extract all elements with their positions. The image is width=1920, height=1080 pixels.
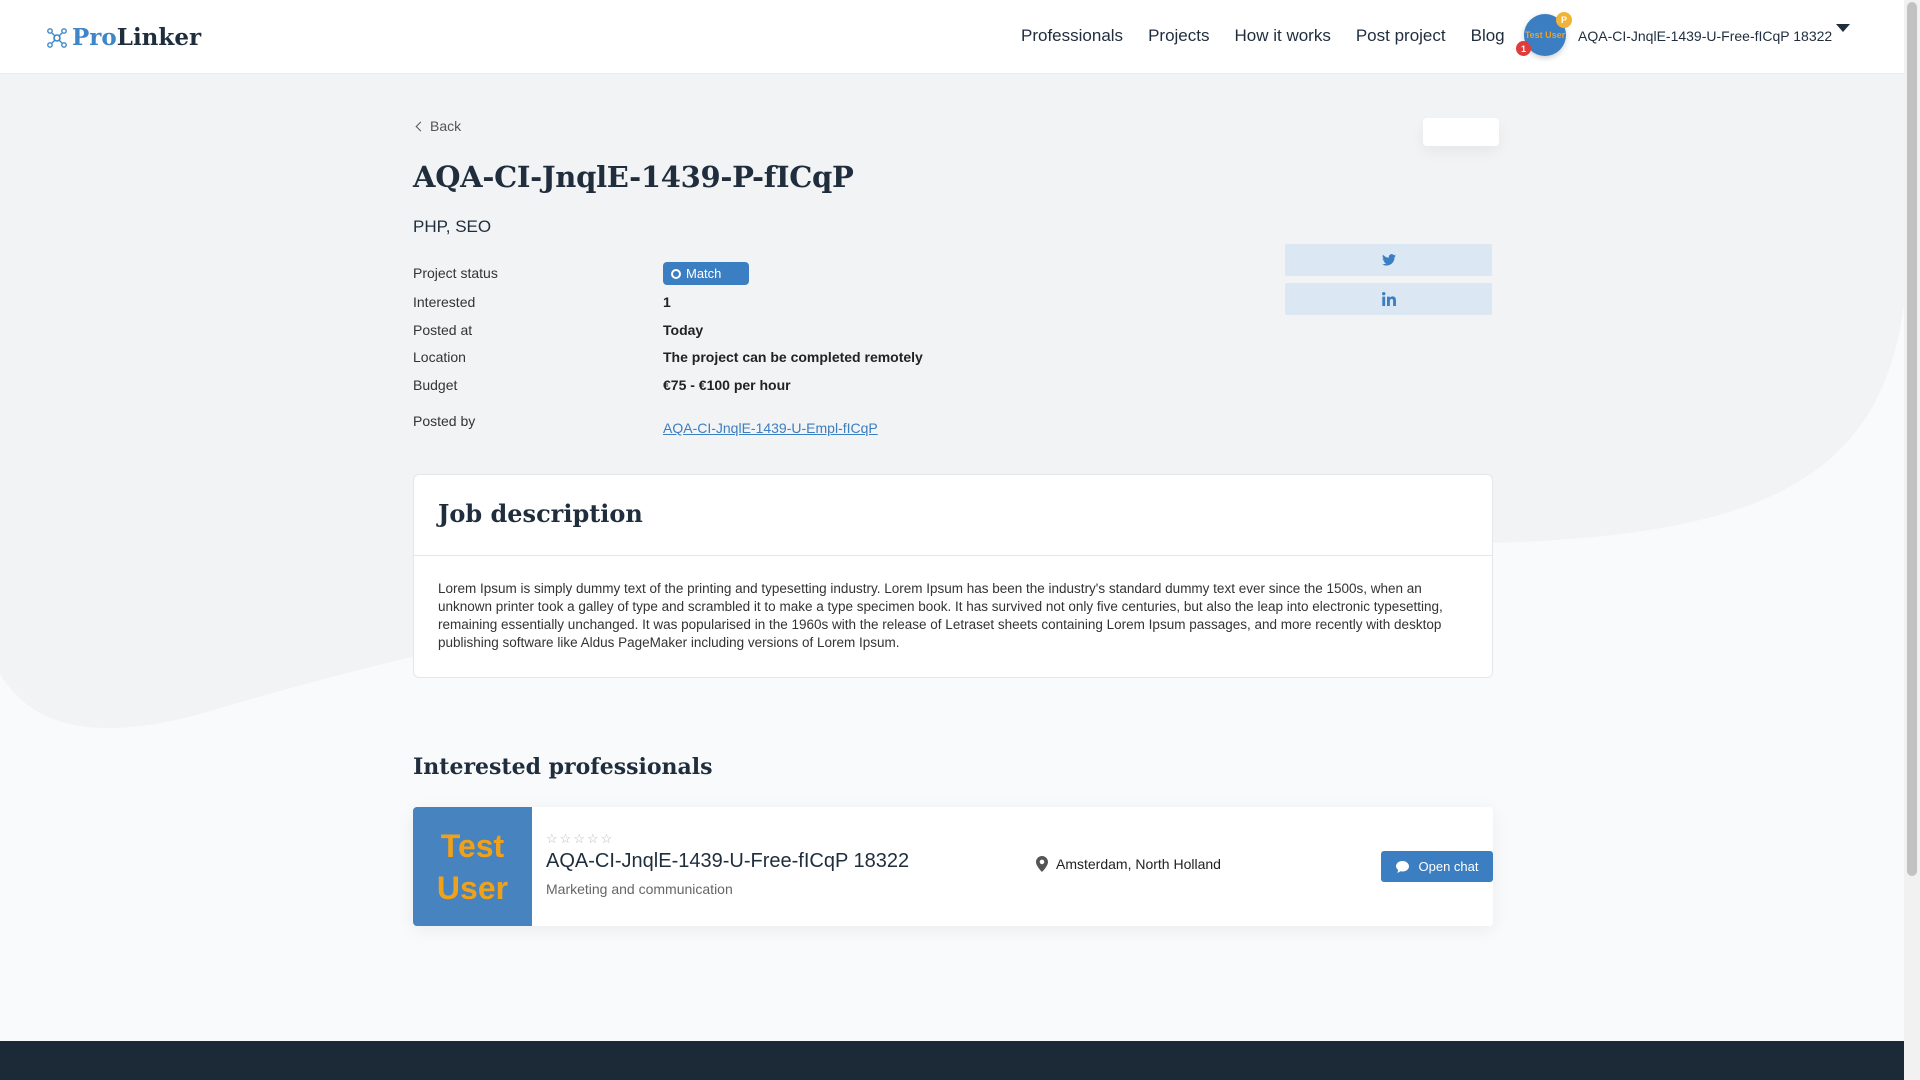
open-chat-label: Open chat bbox=[1418, 859, 1479, 874]
job-description-card: Job description Lorem Ipsum is simply du… bbox=[413, 474, 1493, 678]
star-empty-icon: ☆ bbox=[573, 831, 585, 846]
job-description-title: Job description bbox=[414, 475, 1492, 556]
share-twitter-button[interactable] bbox=[1285, 244, 1492, 276]
posted-by-link[interactable]: AQA-CI-JnqlE-1439-U-Empl-fICqP bbox=[663, 420, 878, 436]
posted-at-value: Today bbox=[663, 322, 704, 338]
interested-professionals-title: Interested professionals bbox=[413, 754, 713, 780]
chevron-left-icon bbox=[415, 121, 426, 131]
back-label: Back bbox=[430, 118, 462, 134]
detail-row-posted-at: Posted at Today bbox=[413, 322, 1013, 344]
star-empty-icon: ☆ bbox=[559, 831, 572, 846]
avatar-text-2: User bbox=[436, 869, 509, 906]
interested-value: 1 bbox=[663, 294, 671, 310]
location-label: Location bbox=[413, 349, 466, 365]
nav-projects[interactable]: Projects bbox=[1148, 26, 1209, 46]
twitter-icon bbox=[1381, 254, 1396, 266]
chevron-down-icon[interactable] bbox=[1836, 24, 1850, 32]
budget-label: Budget bbox=[413, 377, 458, 393]
status-label: Project status bbox=[413, 265, 498, 281]
top-header: ProLinker Professionals Projects How it … bbox=[0, 0, 1904, 74]
detail-row-interested: Interested 1 bbox=[413, 294, 1013, 316]
user-menu[interactable]: Test User P 1 AQA-CI-JnqlE-1439-U-Free-f… bbox=[1516, 12, 1832, 58]
status-value: Match bbox=[686, 266, 722, 281]
location-value: The project can be completed remotely bbox=[663, 349, 923, 365]
prolinker-logo[interactable]: ProLinker bbox=[46, 24, 201, 51]
posted-by-label: Posted by bbox=[413, 413, 476, 429]
job-description-text: Lorem Ipsum is simply dummy text of the … bbox=[438, 581, 1443, 650]
main-nav: Professionals Projects How it works Post… bbox=[1021, 26, 1505, 46]
logo-icon bbox=[47, 27, 67, 48]
nav-how-it-works[interactable]: How it works bbox=[1234, 26, 1330, 46]
star-empty-icon: ☆ bbox=[586, 831, 599, 846]
professional-name[interactable]: AQA-CI-JnqlE-1439-U-Free-fICqP 18322 bbox=[546, 850, 909, 873]
star-empty-icon: ☆ bbox=[546, 831, 558, 846]
scrollbar-thumb[interactable] bbox=[1907, 2, 1917, 876]
rating-stars: ☆ ☆ ☆ ☆ ☆ bbox=[546, 831, 612, 847]
linkedin-icon bbox=[1381, 292, 1396, 306]
interested-label: Interested bbox=[413, 294, 476, 310]
location-text: Amsterdam, North Holland bbox=[1056, 856, 1221, 872]
project-skills: PHP, SEO bbox=[413, 217, 492, 236]
professional-card[interactable]: Test User ☆ ☆ ☆ ☆ ☆ AQA-CI-JnqlE-1439-U-… bbox=[413, 807, 1493, 926]
scrollbar[interactable] bbox=[1904, 0, 1920, 1080]
avatar-wrapper[interactable]: Test User P 1 bbox=[1516, 12, 1572, 58]
posted-at-label: Posted at bbox=[413, 322, 473, 338]
professional-category: Marketing and communication bbox=[546, 881, 733, 897]
project-title: AQA-CI-JnqlE-1439-P-fICqP bbox=[413, 160, 854, 194]
nav-professionals[interactable]: Professionals bbox=[1021, 26, 1123, 46]
user-name[interactable]: AQA-CI-JnqlE-1439-U-Free-fICqP 18322 bbox=[1578, 28, 1832, 44]
logo-text-pro: Pro bbox=[72, 24, 117, 51]
star-empty-icon: ☆ bbox=[600, 831, 613, 846]
share-linkedin-button[interactable] bbox=[1285, 283, 1492, 315]
detail-row-location: Location The project can be completed re… bbox=[413, 349, 1013, 371]
detail-row-status: Project status Match bbox=[413, 262, 1013, 287]
detail-row-posted-by: Posted by AQA-CI-JnqlE-1439-U-Empl-fICqP bbox=[413, 413, 1013, 436]
back-link[interactable]: Back bbox=[413, 118, 461, 134]
nav-blog[interactable]: Blog bbox=[1471, 26, 1505, 46]
open-chat-button[interactable]: Open chat bbox=[1381, 851, 1493, 882]
status-badge: Match bbox=[663, 262, 749, 285]
chat-icon bbox=[1395, 860, 1409, 873]
budget-value: €75 - €100 per hour bbox=[663, 377, 791, 393]
nav-post-project[interactable]: Post project bbox=[1356, 26, 1446, 46]
professional-avatar[interactable]: Test User bbox=[413, 807, 532, 926]
avatar-text-1: Test bbox=[440, 827, 505, 864]
status-ring-icon bbox=[671, 268, 681, 279]
map-pin-icon bbox=[1036, 856, 1048, 872]
logo-text-linker: Linker bbox=[116, 24, 202, 51]
footer bbox=[0, 1041, 1904, 1080]
ghost-action-button[interactable] bbox=[1423, 118, 1499, 146]
detail-row-budget: Budget €75 - €100 per hour bbox=[413, 377, 1013, 399]
professional-location: Amsterdam, North Holland bbox=[1036, 856, 1221, 872]
points-badge: P bbox=[1556, 12, 1572, 28]
notification-badge: 1 bbox=[1516, 41, 1531, 56]
